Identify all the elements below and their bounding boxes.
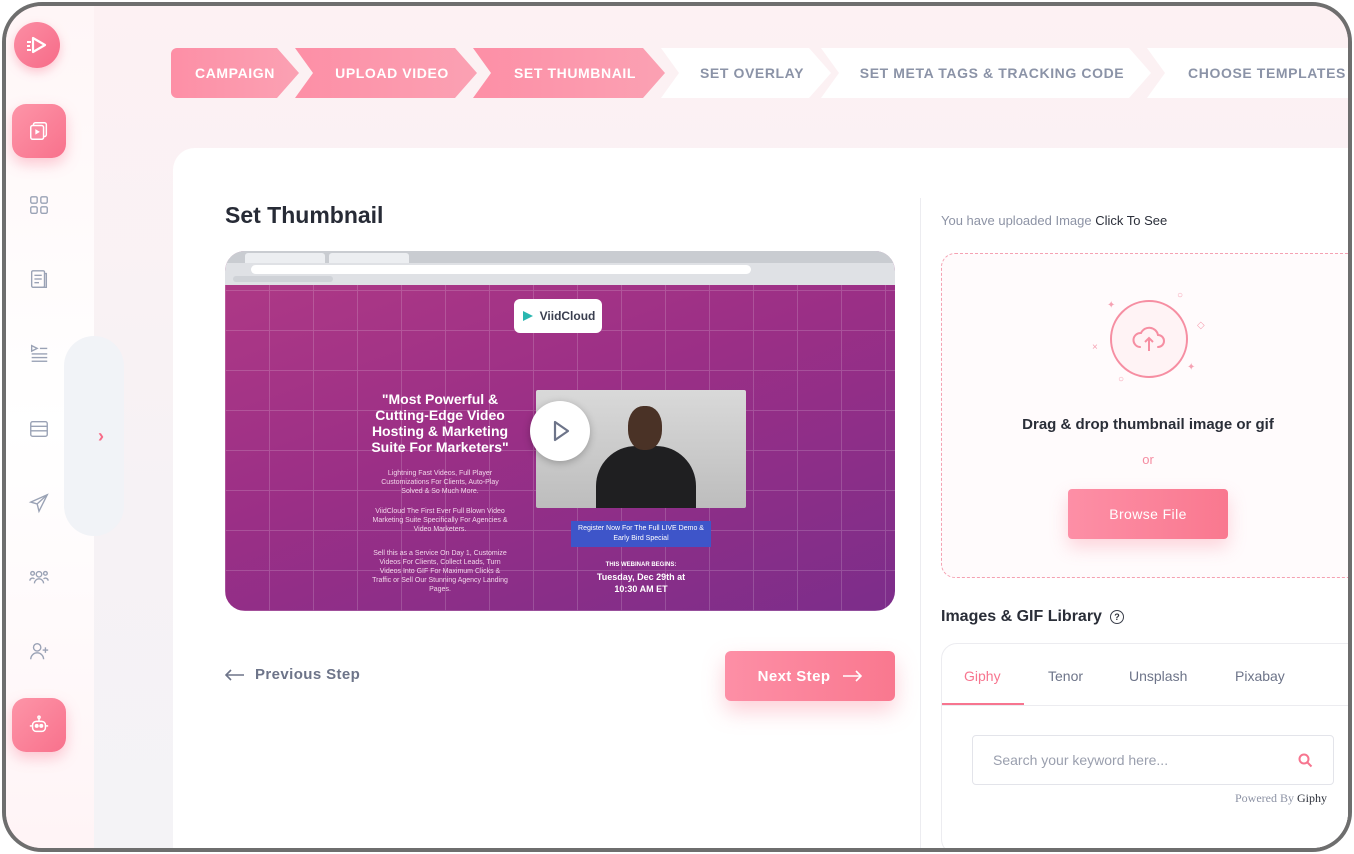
- step-choose-templates[interactable]: CHOOSE TEMPLATES: [1147, 48, 1352, 98]
- dashboard-grid-icon: [30, 196, 48, 214]
- sparkle-icon: ✦: [1107, 300, 1116, 311]
- playlist-icon: [30, 344, 48, 362]
- drop-instructions: Drag & drop thumbnail image or gif: [1022, 416, 1274, 433]
- team-icon: [29, 570, 49, 584]
- browse-file-button[interactable]: Browse File: [1068, 489, 1228, 539]
- or-separator: or: [1142, 452, 1154, 467]
- sidebar-expand-chevron-icon[interactable]: ›: [98, 426, 104, 447]
- sparkle-icon: ×: [1092, 342, 1098, 353]
- tab-tenor[interactable]: Tenor: [1048, 668, 1083, 684]
- media-library: Giphy Tenor Unsplash Pixabay Powered By …: [941, 643, 1348, 848]
- library-search: [972, 735, 1334, 785]
- webinar-date-value: Tuesday, Dec 29th at 10:30 AM ET: [596, 572, 686, 594]
- tab-unsplash[interactable]: Unsplash: [1129, 668, 1187, 684]
- webinar-date: THIS WEBINAR BEGINS: Tuesday, Dec 29th a…: [591, 559, 691, 595]
- presenter-body: [596, 446, 696, 508]
- sidebar-item-ai-assistant[interactable]: [12, 698, 66, 752]
- powered-by-text: Powered By: [1235, 791, 1294, 805]
- sparkle-icon: ○: [1118, 374, 1125, 385]
- wizard-stepper: CAMPAIGN UPLOAD VIDEO SET THUMBNAIL SET …: [171, 48, 1352, 100]
- register-banner: Register Now For The Full LIVE Demo & Ea…: [571, 521, 711, 547]
- step-campaign[interactable]: CAMPAIGN: [171, 48, 299, 98]
- step-set-thumbnail[interactable]: SET THUMBNAIL: [473, 48, 665, 98]
- embedded-browser-bar: [225, 251, 895, 285]
- sidebar-item-team[interactable]: [12, 550, 66, 604]
- thumbnail-dropzone[interactable]: ✦ ○ ◇ × ✦ ○ Drag & drop thumbnail image …: [941, 253, 1348, 578]
- next-step-label: Next Step: [757, 667, 831, 685]
- play-button[interactable]: [530, 401, 590, 461]
- tab-pixabay[interactable]: Pixabay: [1235, 668, 1285, 684]
- embedded-tab: [245, 253, 325, 263]
- page-title: Set Thumbnail: [225, 202, 384, 228]
- uploaded-note-text: You have uploaded Image: [941, 213, 1092, 228]
- viidcloud-logo-icon: [522, 311, 533, 321]
- embedded-url-bar: [251, 265, 751, 274]
- embedded-bookmarks-bar: [233, 276, 333, 282]
- arrow-left-icon: [225, 668, 244, 681]
- search-icon[interactable]: [1298, 753, 1313, 768]
- cloud-upload-icon: [1132, 326, 1165, 351]
- sparkle-icon: ✦: [1187, 362, 1196, 373]
- sparkle-icon: ○: [1177, 290, 1184, 301]
- powered-by-brand: Giphy: [1297, 791, 1327, 805]
- sidebar-curve: [64, 336, 124, 536]
- robot-icon: [29, 715, 49, 733]
- arrow-right-icon: [843, 670, 863, 682]
- sidebar-item-videos[interactable]: [12, 104, 66, 158]
- sparkle-icon: ◇: [1197, 320, 1205, 331]
- app-window: › CAMPAIGN UPLOAD VIDEO SET THUMBNAIL SE…: [2, 2, 1352, 852]
- video-copy-2: ViidCloud The First Ever Full Blown Vide…: [372, 508, 508, 533]
- library-tabs: Giphy Tenor Unsplash Pixabay: [942, 644, 1348, 706]
- send-icon: [28, 493, 49, 514]
- stack-icon: [30, 420, 48, 438]
- sidebar-item-add-user[interactable]: [12, 624, 66, 678]
- logo-play-icon: [27, 36, 47, 54]
- add-user-icon: [30, 642, 49, 660]
- powered-by: Powered By Giphy: [1235, 791, 1327, 806]
- sidebar-item-playlists[interactable]: [12, 326, 66, 380]
- step-upload-video[interactable]: UPLOAD VIDEO: [295, 48, 477, 98]
- document-icon: [30, 270, 48, 288]
- presenter-head: [628, 406, 662, 450]
- video-library-icon: [30, 122, 48, 140]
- video-preview[interactable]: ViidCloud "Most Powerful & Cutting-Edge …: [225, 251, 895, 611]
- embedded-browser-tabs: [225, 251, 895, 263]
- video-copy-1: Lightning Fast Videos, Full Player Custo…: [381, 470, 499, 495]
- viidcloud-brand: ViidCloud: [539, 309, 596, 323]
- help-icon[interactable]: ?: [1109, 610, 1124, 624]
- step-meta-tags[interactable]: SET META TAGS & TRACKING CODE: [821, 48, 1151, 98]
- tab-giphy[interactable]: Giphy: [964, 668, 1001, 684]
- step-set-overlay[interactable]: SET OVERLAY: [661, 48, 831, 98]
- pane-divider: [920, 198, 921, 848]
- app-logo[interactable]: [14, 22, 60, 68]
- sidebar-item-pages[interactable]: [12, 252, 66, 306]
- active-tab-underline: [942, 703, 1024, 705]
- video-headline: "Most Powerful & Cutting-Edge Video Host…: [371, 391, 509, 455]
- next-step-button[interactable]: Next Step: [725, 651, 895, 701]
- viidcloud-logo: ViidCloud: [514, 299, 602, 333]
- previous-step-label: Previous Step: [255, 666, 361, 683]
- webinar-date-label: THIS WEBINAR BEGINS:: [605, 562, 677, 568]
- upload-cloud-badge: [1110, 300, 1188, 378]
- sidebar-item-campaigns[interactable]: [12, 476, 66, 530]
- sidebar-item-dashboard[interactable]: [12, 178, 66, 232]
- library-search-input[interactable]: [993, 752, 1298, 768]
- click-to-see-link[interactable]: Click To See: [1095, 213, 1167, 228]
- video-copy-3: Sell this as a Service On Day 1, Customi…: [372, 550, 508, 593]
- play-icon: [553, 420, 570, 442]
- uploaded-image-note: You have uploaded Image Click To See: [941, 213, 1167, 228]
- sidebar-item-channels[interactable]: [12, 402, 66, 456]
- library-title-text: Images & GIF Library: [941, 608, 1102, 625]
- sidebar: [6, 6, 124, 848]
- previous-step-button[interactable]: Previous Step: [225, 666, 360, 683]
- library-title: Images & GIF Library ?: [941, 608, 1124, 626]
- embedded-tab: [329, 253, 409, 263]
